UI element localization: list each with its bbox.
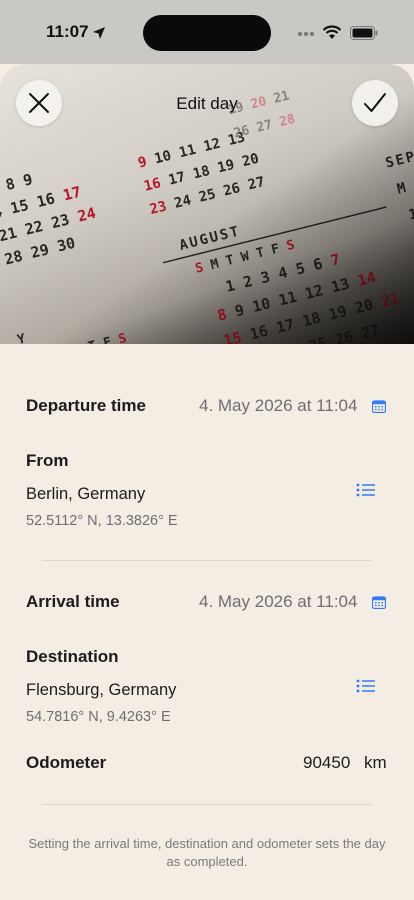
from-place-name: Berlin, Germany: [26, 485, 146, 503]
divider: [42, 804, 372, 805]
completion-note: Setting the arrival time, destination an…: [28, 836, 386, 869]
header-image: 6 7 8 9 3 14 15 16 17 20 21 22 23 24 27 …: [0, 64, 414, 344]
battery-icon: [350, 26, 378, 40]
checkmark-icon: [364, 93, 386, 112]
calendar-icon[interactable]: [372, 596, 386, 609]
departure-time-value[interactable]: 4. May 2026 at 11:04: [199, 396, 357, 416]
wifi-icon: [322, 25, 342, 39]
odometer-label: Odometer: [26, 753, 107, 772]
status-time: 11:07: [46, 22, 89, 41]
location-arrow-icon: [93, 27, 105, 39]
divider: [42, 560, 372, 561]
location-list-icon[interactable]: [356, 678, 376, 694]
location-list-icon[interactable]: [356, 482, 376, 498]
done-button[interactable]: [352, 80, 398, 126]
destination-label: Destination: [26, 647, 119, 666]
arrival-time-label: Arrival time: [26, 592, 120, 611]
destination-place-name: Flensburg, Germany: [26, 681, 177, 699]
dynamic-island: [143, 15, 271, 51]
cellular-signal-icon: [297, 31, 319, 37]
from-label: From: [26, 451, 69, 470]
odometer-unit: km: [364, 753, 387, 772]
calendar-icon[interactable]: [372, 400, 386, 413]
status-bar: 11:07: [0, 0, 414, 64]
from-coordinates: 52.5112° N, 13.3826° E: [26, 513, 178, 529]
destination-coordinates: 54.7816° N, 9.4263° E: [26, 709, 171, 725]
departure-time-label: Departure time: [26, 396, 146, 415]
odometer-input[interactable]: 90450: [303, 753, 350, 773]
arrival-time-value[interactable]: 4. May 2026 at 11:04: [199, 592, 357, 612]
